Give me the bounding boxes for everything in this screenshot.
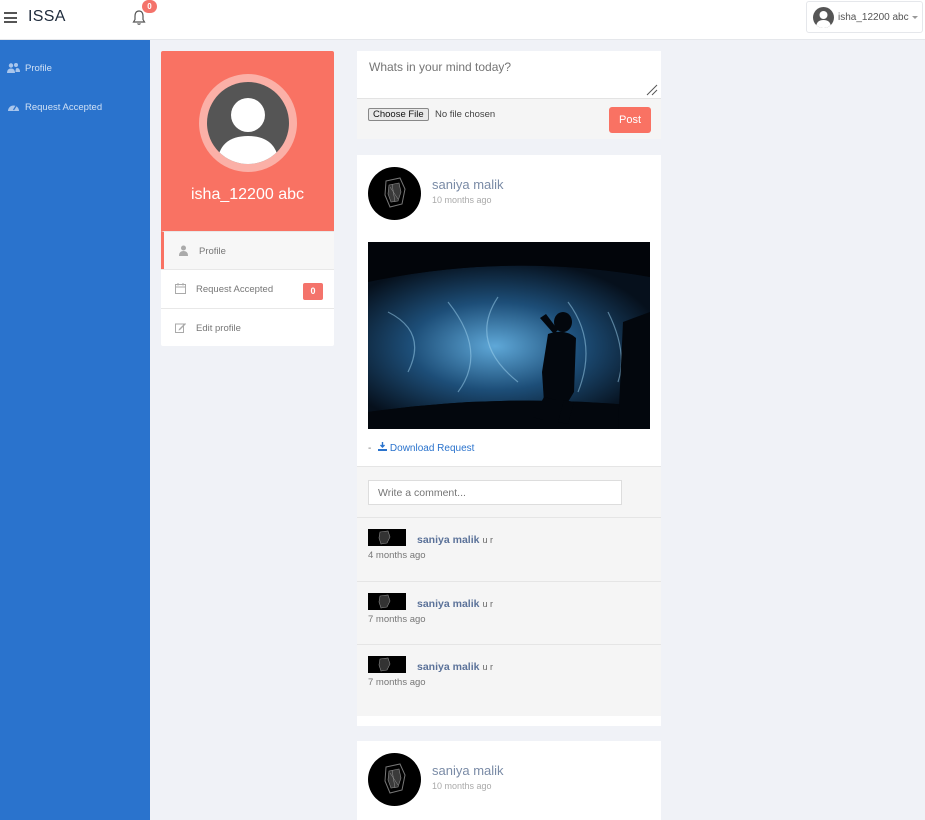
post-time: 10 months ago	[432, 781, 492, 791]
profile-menu-edit-profile[interactable]: Edit profile	[161, 308, 334, 346]
comment-input[interactable]	[368, 480, 622, 505]
comment-text: u r	[482, 599, 493, 609]
comment-text: u r	[482, 535, 493, 545]
download-icon	[378, 442, 388, 454]
post-button[interactable]: Post	[609, 107, 651, 133]
calendar-icon	[175, 283, 186, 294]
post-time: 10 months ago	[432, 195, 492, 205]
comment-item: saniya malik u r 4 months ago	[357, 517, 661, 581]
profile-header: isha_12200 abc	[161, 51, 334, 231]
top-bar: ISSA 0 isha_12200 abc	[0, 0, 925, 40]
comment-item: saniya malik u r 7 months ago	[357, 644, 661, 708]
dashboard-icon	[7, 101, 20, 113]
profile-menu-label: Request Accepted	[196, 284, 274, 295]
comment-avatar[interactable]	[368, 593, 406, 610]
hamburger-menu-icon[interactable]	[4, 12, 17, 23]
user-menu-name: isha_12200 abc	[838, 12, 909, 23]
sidebar: Profile Request Accepted	[0, 40, 150, 820]
sidebar-item-label: Request Accepted	[25, 102, 103, 113]
profile-menu-profile[interactable]: Profile	[161, 231, 334, 270]
profile-card: isha_12200 abc Profile Request Accepted …	[161, 51, 334, 346]
dash-separator: -	[368, 443, 372, 454]
user-menu-dropdown[interactable]: isha_12200 abc	[806, 1, 923, 33]
comment-author[interactable]: saniya malik u r	[417, 598, 493, 610]
comment-item: saniya malik u r 7 months ago	[357, 581, 661, 645]
profile-menu-request-accepted[interactable]: Request Accepted 0	[161, 269, 334, 308]
chevron-down-icon	[912, 16, 918, 19]
profile-menu-label: Profile	[199, 246, 226, 257]
no-file-text: No file chosen	[435, 109, 496, 120]
brand-logo[interactable]: ISSA	[28, 8, 66, 26]
post-image[interactable]	[368, 242, 650, 429]
sidebar-item-request-accepted[interactable]: Request Accepted	[0, 97, 150, 119]
post-author[interactable]: saniya malik	[432, 177, 504, 192]
edit-icon	[175, 322, 186, 333]
comment-time: 7 months ago	[368, 677, 426, 688]
post-composer: Choose File No file chosen Post	[357, 51, 661, 139]
post-card: saniya malik 10 months ago	[357, 155, 661, 726]
post-author[interactable]: saniya malik	[432, 763, 504, 778]
comment-time: 7 months ago	[368, 614, 426, 625]
resize-grip-icon[interactable]	[646, 84, 658, 96]
notification-count-badge: 0	[142, 0, 157, 13]
profile-avatar-ring	[199, 74, 297, 172]
comment-avatar[interactable]	[368, 529, 406, 546]
profile-avatar-icon[interactable]	[207, 82, 289, 164]
author-avatar[interactable]	[368, 167, 421, 220]
comment-avatar[interactable]	[368, 656, 406, 673]
comment-author[interactable]: saniya malik u r	[417, 661, 493, 673]
download-request-link[interactable]: - Download Request	[368, 442, 474, 454]
sidebar-item-profile[interactable]: Profile	[0, 58, 150, 80]
sidebar-item-label: Profile	[25, 63, 52, 74]
user-icon	[178, 245, 189, 256]
author-avatar[interactable]	[368, 753, 421, 806]
comments-section: saniya maliku r 4 months ago saniya mali…	[357, 466, 661, 716]
user-avatar-icon	[813, 7, 834, 28]
post-card: saniya malik 10 months ago	[357, 741, 661, 820]
choose-file-button[interactable]: Choose File	[368, 108, 429, 121]
download-request-label: Download Request	[389, 443, 475, 454]
profile-menu-label: Edit profile	[196, 323, 241, 334]
users-icon	[7, 62, 20, 74]
profile-name: isha_12200 abc	[191, 186, 304, 203]
comment-time: 4 months ago	[368, 550, 426, 561]
comment-author[interactable]: saniya malik u r	[417, 534, 493, 546]
request-count-badge: 0	[303, 283, 323, 300]
comment-text: u r	[482, 662, 493, 672]
status-textarea[interactable]	[357, 51, 661, 99]
